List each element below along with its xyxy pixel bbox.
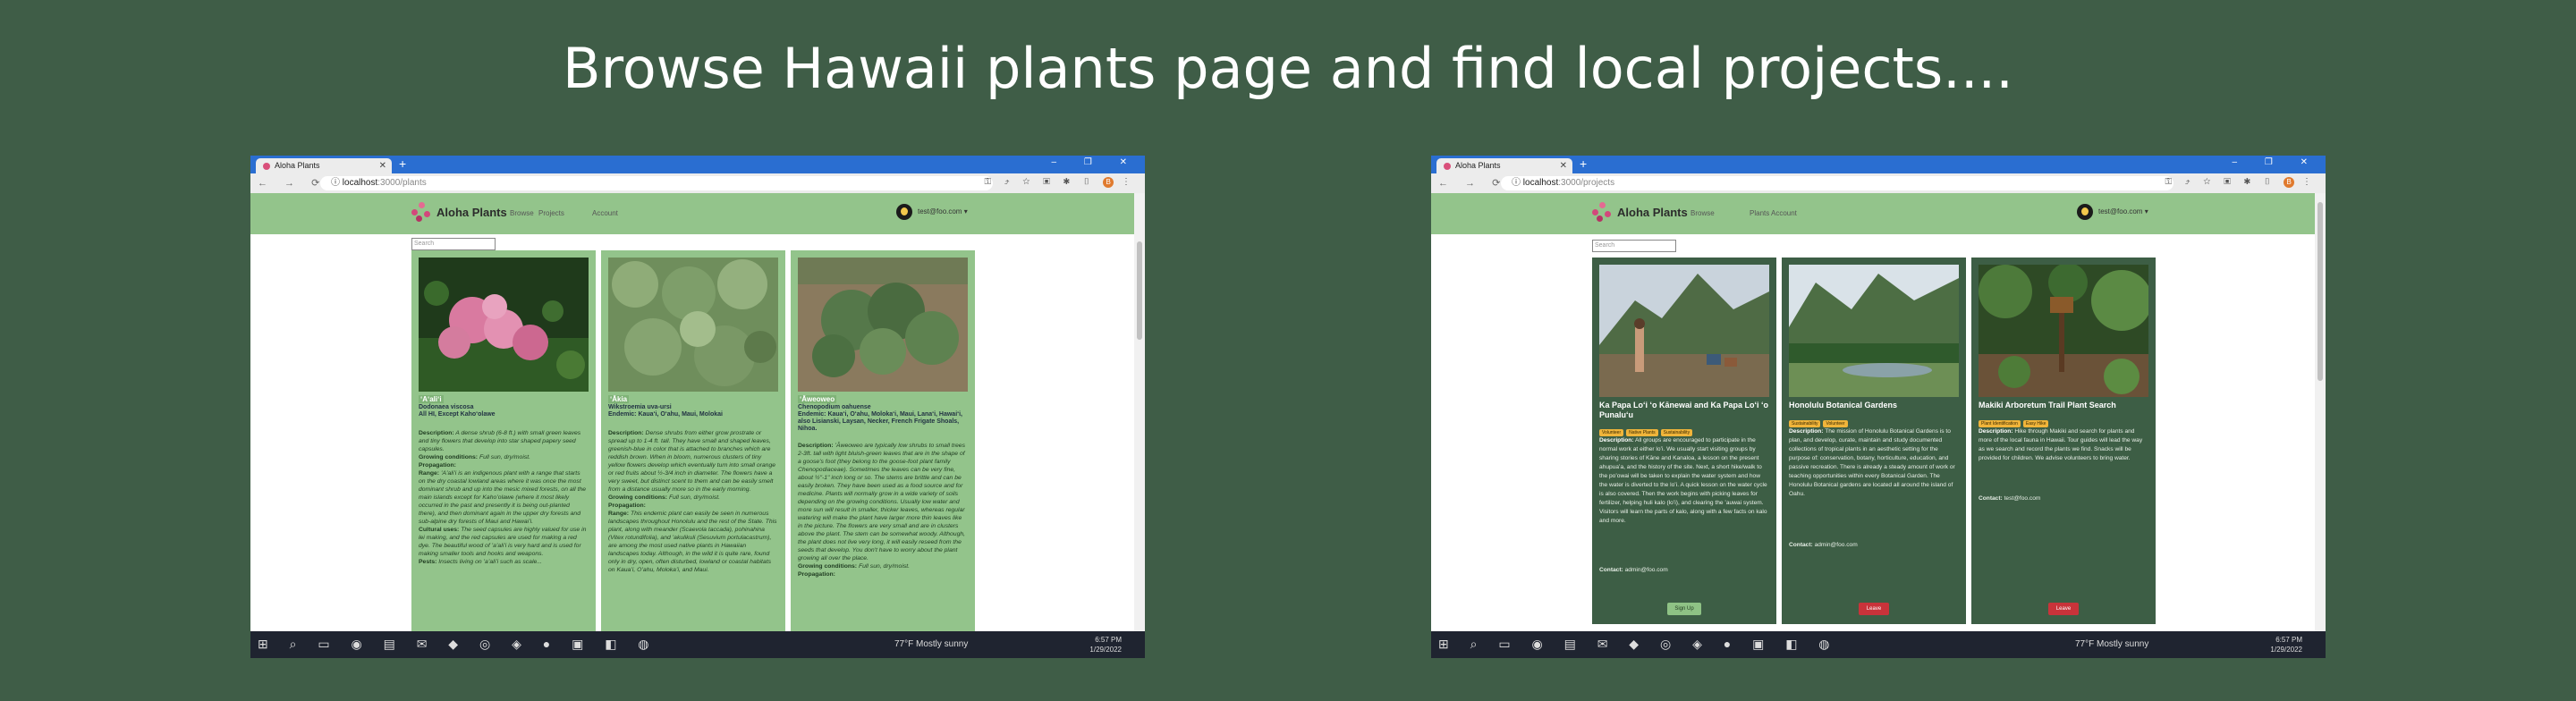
project-contact: Contact: admin@foo.com — [1789, 542, 1858, 548]
plant-details: Description: ʻĀweoweo are typically low … — [798, 443, 966, 578]
project-tag: Sustainability — [1789, 420, 1821, 427]
clock[interactable]: 6:57 PM 1/29/2022 — [2250, 635, 2302, 655]
url-field[interactable]: ⓘ localhost:3000/projects — [1501, 176, 2174, 190]
tab-title: Aloha Plants — [1455, 161, 1501, 170]
close-tab-icon[interactable]: ✕ — [1560, 158, 1567, 173]
plant-details: Description: A dense shrub (6-8 ft.) wit… — [419, 430, 587, 565]
tab-title: Aloha Plants — [275, 161, 320, 170]
projects-browser-window: Aloha Plants ✕ + – ❐ ✕ ← → ⟳ ⓘ localhost:… — [1431, 156, 2326, 658]
project-card-kapapaloi[interactable]: Ka Papa Loʻi ʻo Kānewai and Ka Papa Loʻi… — [1592, 258, 1776, 624]
project-description: Description: All groups are encouraged t… — [1599, 437, 1767, 524]
sign-up-button[interactable]: Sign Up — [1667, 603, 1701, 615]
project-description: Description: The mission of Honolulu Bot… — [1789, 428, 1955, 497]
user-menu[interactable]: test@foo.com ▾ — [2077, 204, 2148, 220]
scrollbar-thumb[interactable] — [1137, 241, 1142, 340]
app-navbar: Aloha Plants Browse Projects Account tes… — [250, 193, 1134, 234]
search-input[interactable]: Search — [411, 238, 496, 250]
nav-link-plants[interactable]: Plants — [1750, 209, 1769, 217]
scrollbar[interactable] — [1134, 193, 1145, 631]
favicon-icon — [263, 162, 270, 170]
user-menu[interactable]: test@foo.com ▾ — [896, 204, 968, 220]
avatar — [2077, 204, 2093, 220]
scrollbar[interactable] — [2315, 193, 2326, 631]
plant-card-akia[interactable]: ʻĀkia Wikstroemia uva-ursi Endemic: Kauaʻ… — [601, 250, 785, 631]
nav-link-account[interactable]: Account — [1771, 209, 1797, 217]
project-tag: Plant Identification — [1979, 420, 2021, 427]
plant-meta: Chenopodium oahuense Endemic: Kauaʻi, Oʻa… — [798, 404, 962, 432]
nav-buttons-icon[interactable]: ← → ⟳ — [1438, 177, 1507, 189]
brand-name[interactable]: Aloha Plants — [1617, 206, 1688, 219]
browser-tab[interactable]: Aloha Plants ✕ — [1436, 158, 1572, 173]
favicon-icon — [1444, 162, 1451, 170]
window-controls[interactable]: – ❐ ✕ — [1052, 157, 1140, 167]
leave-button[interactable]: Leave — [2048, 603, 2079, 615]
nav-link-browse[interactable]: Browse — [1690, 209, 1715, 217]
profile-avatar[interactable]: B — [2284, 177, 2295, 188]
project-photo-makiki — [1979, 265, 2148, 397]
plant-details: Description: Dense shrubs from either gr… — [608, 430, 777, 573]
plants-browser-window: Aloha Plants ✕ + – ❐ ✕ ← → ⟳ ⓘ localhost:… — [250, 156, 1145, 658]
new-tab-button[interactable]: + — [1580, 156, 1587, 171]
plant-meta: Wikstroemia uva-ursi Endemic: Kauaʻi, Oʻa… — [608, 404, 723, 418]
plant-card-aalii[interactable]: ʻAʻaliʻi Dodonaea viscosa All HI, Except … — [411, 250, 596, 631]
windows-taskbar: ⊞ ⌕ ▭ ◉ ▤ ✉ ◆ ◎ ◈ ● ▣ ◧ ◍ 77°F Mostly su… — [250, 631, 1145, 658]
project-card-honolulu-botanical[interactable]: Honolulu Botanical Gardens Sustainabilit… — [1782, 258, 1966, 624]
page-headline: Browse Hawaii plants page and find local… — [563, 36, 2013, 101]
brand-name[interactable]: Aloha Plants — [436, 206, 507, 219]
project-tag: Volunteer — [1599, 429, 1624, 436]
avatar — [896, 204, 912, 220]
close-tab-icon[interactable]: ✕ — [379, 158, 386, 173]
browser-tab[interactable]: Aloha Plants ✕ — [256, 158, 392, 173]
project-description: Description: Hike through Makiki and sea… — [1979, 428, 2143, 461]
nav-link-account[interactable]: Account — [592, 209, 618, 217]
windows-taskbar: ⊞ ⌕ ▭ ◉ ▤ ✉ ◆ ◎ ◈ ● ▣ ◧ ◍ 77°F Mostly su… — [1431, 631, 2326, 658]
plants-page: Aloha Plants Browse Projects Account tes… — [250, 193, 1134, 631]
plant-meta: Dodonaea viscosa All HI, Except Kahoʻolaw… — [419, 404, 496, 418]
plant-photo-akia — [608, 258, 778, 392]
plant-name: ʻAʻaliʻi — [419, 395, 444, 403]
plant-name: ʻĀweoweo — [798, 395, 837, 403]
project-card-makiki[interactable]: Makiki Arboretum Trail Plant Search Plan… — [1971, 258, 2156, 624]
search-input[interactable]: Search — [1592, 240, 1676, 252]
window-controls[interactable]: – ❐ ✕ — [2233, 157, 2320, 167]
plant-photo-aalii — [419, 258, 589, 392]
project-title: Ka Papa Loʻi ʻo Kānewai and Ka Papa Loʻi… — [1599, 401, 1769, 419]
extensions-icon[interactable]: ⚿ ⤴ ☆ ▣ ✱ ▯ B ⋮ — [2165, 177, 2317, 188]
scrollbar-thumb[interactable] — [2318, 202, 2323, 381]
nav-buttons-icon[interactable]: ← → ⟳ — [258, 177, 326, 189]
project-photo-kapapaloi — [1599, 265, 1769, 397]
app-navbar: Aloha Plants Browse Plants Account test@… — [1431, 193, 2315, 234]
project-tag: Volunteer — [1823, 420, 1848, 427]
taskbar-apps-icon[interactable]: ⊞ ⌕ ▭ ◉ ▤ ✉ ◆ ◎ ◈ ● ▣ ◧ ◍ — [258, 637, 658, 652]
project-tag: Native Plants — [1626, 429, 1658, 436]
address-bar-row: ← → ⟳ ⓘ localhost:3000/projects ⚿ ⤴ ☆ ▣ … — [1431, 173, 2326, 194]
logo-icon[interactable] — [411, 202, 431, 222]
plant-card-aweoweo[interactable]: ʻĀweoweo Chenopodium oahuense Endemic: Ka… — [791, 250, 975, 631]
extensions-icon[interactable]: ⚿ ⤴ ☆ ▣ ✱ ▯ B ⋮ — [985, 177, 1136, 188]
weather-widget[interactable]: 77°F Mostly sunny — [894, 639, 968, 649]
taskbar-apps-icon[interactable]: ⊞ ⌕ ▭ ◉ ▤ ✉ ◆ ◎ ◈ ● ▣ ◧ ◍ — [1438, 637, 1839, 652]
plant-photo-aweoweo — [798, 258, 968, 392]
nav-link-projects[interactable]: Projects — [538, 209, 564, 217]
plant-name: ʻĀkia — [608, 395, 630, 403]
project-contact: Contact: test@foo.com — [1979, 495, 2041, 502]
browser-tab-bar: Aloha Plants ✕ + – ❐ ✕ — [1431, 156, 2326, 173]
url-field[interactable]: ⓘ localhost:3000/plants — [320, 176, 993, 190]
clock[interactable]: 6:57 PM 1/29/2022 — [1070, 635, 1122, 655]
project-photo-honolulu-botanical — [1789, 265, 1959, 397]
project-contact: Contact: admin@foo.com — [1599, 567, 1668, 573]
new-tab-button[interactable]: + — [399, 156, 406, 171]
project-tag: Easy Hike — [2022, 420, 2049, 427]
address-bar-row: ← → ⟳ ⓘ localhost:3000/plants ⚿ ⤴ ☆ ▣ ✱ … — [250, 173, 1145, 194]
project-title: Makiki Arboretum Trail Plant Search — [1979, 401, 2116, 410]
project-tag: Sustainability — [1660, 429, 1693, 436]
browser-tab-bar: Aloha Plants ✕ + – ❐ ✕ — [250, 156, 1145, 173]
leave-button[interactable]: Leave — [1859, 603, 1889, 615]
weather-widget[interactable]: 77°F Mostly sunny — [2075, 639, 2148, 649]
projects-page: Aloha Plants Browse Plants Account test@… — [1431, 193, 2315, 631]
nav-link-browse[interactable]: Browse — [510, 209, 534, 217]
project-title: Honolulu Botanical Gardens — [1789, 401, 1898, 410]
logo-icon[interactable] — [1592, 202, 1612, 222]
profile-avatar[interactable]: B — [1103, 177, 1114, 188]
